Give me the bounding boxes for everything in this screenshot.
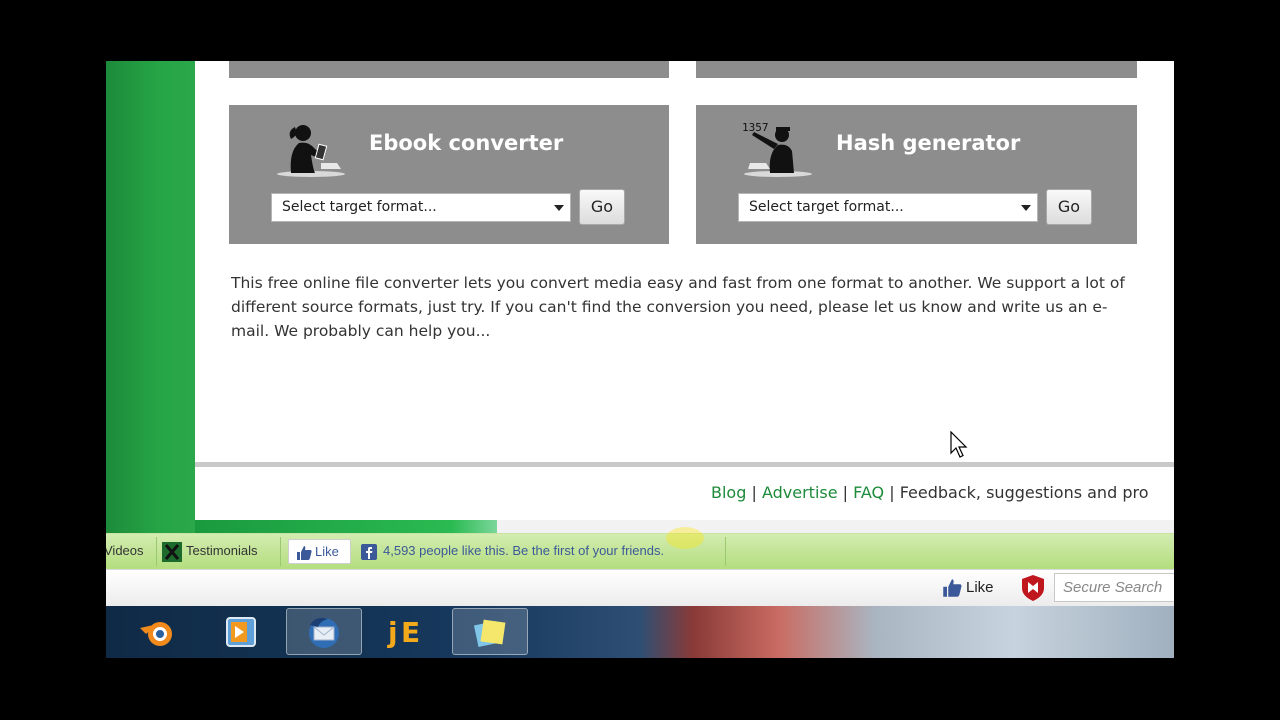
toolbar-like-button[interactable]: Like [942, 570, 994, 605]
browser-toolbar: Like Secure Search [106, 569, 1174, 606]
mcafee-shield-icon[interactable] [1020, 574, 1046, 602]
svg-text:E: E [401, 616, 420, 649]
footer-separator: | [889, 483, 895, 502]
toolbar-like-label: Like [966, 579, 994, 596]
separator [156, 537, 157, 566]
separator [725, 537, 726, 566]
blender-icon [140, 622, 172, 646]
taskbar-jedit-button[interactable]: j E [369, 608, 445, 655]
secure-search-input[interactable]: Secure Search [1054, 573, 1174, 602]
media-player-icon [226, 617, 256, 647]
select-placeholder: Select target format... [282, 199, 437, 215]
facebook-logo-icon [361, 543, 377, 560]
taskbar-blender-button[interactable] [120, 608, 196, 655]
facebook-like-count-text: 4,593 people like this. Be the first of … [383, 543, 665, 558]
facebook-like-button[interactable]: Like [288, 539, 351, 564]
addon-testimonials[interactable]: Testimonials [162, 534, 258, 568]
select-placeholder: Select target format... [749, 199, 904, 215]
footer-separator: | [751, 483, 757, 502]
hash-figure-icon: 1357 [742, 121, 812, 177]
hash-target-format-select[interactable]: Select target format... [738, 193, 1038, 222]
svg-text:1357: 1357 [742, 121, 769, 134]
social-addon-bar: Videos Testimonials Like 4,593 people li… [106, 533, 1174, 569]
taskbar: j E [106, 606, 1174, 658]
footer: Blog | Advertise | FAQ | Feedback, sugge… [195, 467, 1174, 520]
footer-links: Blog | Advertise | FAQ | Feedback, sugge… [711, 483, 1148, 502]
select-arrow-icon [554, 205, 564, 211]
footer-separator: | [842, 483, 849, 502]
facebook-like-label: Like [315, 544, 339, 559]
ebook-target-format-select[interactable]: Select target format... [271, 193, 571, 222]
card-title: Ebook converter [369, 131, 564, 155]
thunderbird-icon [309, 617, 339, 648]
page-load-progress-fill [195, 520, 497, 533]
select-arrow-icon [1021, 205, 1031, 211]
facebook-like-icon [297, 545, 312, 560]
ebook-go-button[interactable]: Go [579, 189, 625, 225]
addon-testimonials-label: Testimonials [186, 543, 258, 558]
jedit-icon: j E [387, 616, 420, 649]
svg-text:j: j [387, 616, 398, 649]
hash-go-button[interactable]: Go [1046, 189, 1092, 225]
footer-link-advertise[interactable]: Advertise [762, 483, 838, 502]
intro-text: This free online file converter lets you… [231, 274, 1125, 340]
facebook-like-icon [943, 579, 962, 597]
taskbar-thunderbird-button[interactable] [286, 608, 362, 655]
cursor-highlight [666, 527, 704, 549]
browser-viewport: Ebook converter Select target format... … [106, 61, 1174, 658]
footer-link-faq[interactable]: FAQ [853, 483, 884, 502]
footer-link-blog[interactable]: Blog [711, 483, 746, 502]
card-top-left [229, 61, 669, 78]
footer-feedback-text[interactable]: Feedback, suggestions and pro [900, 483, 1149, 502]
ebook-reader-figure-icon [277, 125, 345, 177]
sticky-notes-icon [473, 619, 506, 648]
card-title: Hash generator [836, 131, 1021, 155]
site-side-background [106, 61, 195, 533]
taskbar-sticky-notes-button[interactable] [452, 608, 528, 655]
taskbar-media-player-button[interactable] [203, 608, 279, 655]
card-top-right [696, 61, 1137, 78]
ebook-converter-card: Ebook converter Select target format... … [229, 105, 669, 244]
page-content: Ebook converter Select target format... … [195, 61, 1174, 520]
facebook-like-count[interactable]: 4,593 people like this. Be the first of … [361, 534, 664, 568]
addon-videos[interactable]: Videos [106, 534, 144, 568]
separator [280, 537, 281, 566]
mouse-pointer-icon [950, 431, 968, 458]
hash-generator-card: 1357 Hash generator Select target format… [696, 105, 1137, 244]
testimonials-icon [162, 541, 182, 562]
